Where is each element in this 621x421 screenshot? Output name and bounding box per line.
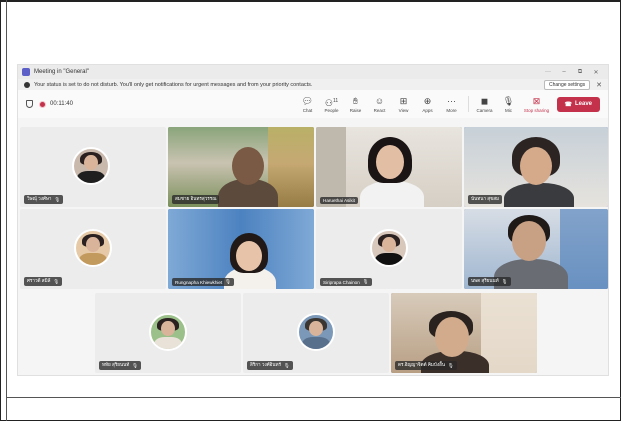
stop-sharing-button[interactable]: ⊠ Stop sharing — [522, 96, 552, 113]
mic-icon: 🎙︎ — [225, 279, 232, 284]
banner-close-icon[interactable]: ✕ — [596, 81, 602, 89]
participant-avatar — [72, 147, 110, 185]
shield-icon[interactable] — [26, 100, 33, 108]
view-button[interactable]: ⊞ View — [393, 96, 415, 113]
apps-icon: ⊕ — [423, 95, 432, 106]
react-icon: ☺ — [374, 95, 385, 106]
participant-nameplate: นพด สุริยนนท์ 🎙︎ — [468, 277, 511, 286]
participant-nameplate: ศราวดี สมิลี 🎙︎ — [24, 277, 63, 286]
participant-avatar — [370, 229, 408, 267]
hang-up-icon: ☎︎ — [564, 101, 572, 108]
window-more-icon[interactable]: ··· — [540, 69, 556, 75]
participant-avatar — [149, 313, 187, 351]
participant-tile[interactable]: สิริกา วงศ์อินทร์ 🎙︎ — [243, 293, 389, 373]
chat-icon: 💬︎ — [301, 95, 314, 106]
apps-button[interactable]: ⊕ Apps — [417, 96, 439, 113]
change-settings-button[interactable]: Change settings — [543, 79, 591, 90]
teams-logo-icon — [22, 68, 30, 76]
participant-tile[interactable]: ดร.อิญญาจิตต์ คิมบังอื้น 🎙︎ — [391, 293, 537, 373]
teams-meeting-window: Meeting in "General" ··· – ⧉ ✕ Your stat… — [17, 64, 609, 376]
dnd-banner: Your status is set to do not disturb. Yo… — [18, 79, 608, 90]
participant-tile[interactable]: หทัย สุริยนนท์ 🎙︎ — [95, 293, 241, 373]
mic-icon: 🎙︎ — [132, 362, 139, 368]
participant-nameplate: ดร.อิญญาจิตต์ คิมบังอื้น 🎙︎ — [395, 361, 457, 370]
participant-tile[interactable]: วิษณุ์ วงศ์ษา 🎙︎ — [20, 127, 166, 207]
frame-bottom-rule — [6, 397, 621, 398]
camera-button[interactable]: ◼ Camera — [474, 96, 496, 113]
participant-tile-active-speaker[interactable]: นันทนา สุขสม — [464, 127, 608, 207]
leave-button[interactable]: ☎︎ Leave — [556, 96, 600, 112]
participant-tile[interactable]: Rungnapha Khiewkhiet 🎙︎ — [168, 209, 314, 289]
stop-sharing-icon: ⊠ — [532, 95, 541, 106]
participant-tile[interactable]: สมชาย อินทรสุวรรณ — [168, 127, 314, 207]
participant-nameplate: นันทนา สุขสม — [468, 195, 503, 204]
mic-off-icon: 🎙︎ — [502, 95, 515, 106]
camera-off-icon: ◼ — [480, 95, 489, 106]
do-not-disturb-icon — [24, 81, 30, 88]
people-count: 11 — [332, 97, 339, 104]
raise-hand-icon: ✋︎ — [352, 95, 359, 106]
participant-avatar — [297, 313, 335, 351]
chat-button[interactable]: 💬︎ Chat — [297, 96, 319, 113]
participant-tile[interactable]: Siriprapa Chainon 🎙︎ — [316, 209, 462, 289]
participant-nameplate: หทัย สุริยนนท์ 🎙︎ — [99, 361, 142, 370]
participant-nameplate: สมชาย อินทรสุวรรณ — [172, 195, 220, 204]
mic-icon: 🎙︎ — [448, 362, 454, 368]
people-button[interactable]: ⚇11 People — [321, 96, 343, 113]
participant-nameplate: Siriprapa Chainon 🎙︎ — [320, 278, 372, 286]
window-restore-icon[interactable]: ⧉ — [572, 69, 588, 76]
more-button[interactable]: ··· More — [441, 96, 463, 113]
window-title: Meeting in "General" — [34, 69, 89, 75]
participant-nameplate: Rungnapha Khiewkhiet 🎙︎ — [172, 278, 235, 286]
people-icon: ⚇11 — [324, 97, 339, 108]
view-icon: ⊞ — [399, 95, 408, 106]
participant-nameplate: สิริกา วงศ์อินทร์ 🎙︎ — [247, 361, 293, 370]
frame-divider — [6, 0, 7, 421]
dnd-message: Your status is set to do not disturb. Yo… — [34, 81, 313, 88]
raise-hand-button[interactable]: ✋︎ Raise — [345, 96, 367, 113]
participant-tile[interactable]: Haruethai Asikit — [316, 127, 462, 207]
mic-icon: 🎙︎ — [362, 279, 369, 284]
mic-icon: 🎙︎ — [501, 278, 508, 284]
mic-icon: 🎙︎ — [54, 196, 61, 202]
recording-icon — [39, 100, 46, 108]
window-titlebar: Meeting in "General" ··· – ⧉ ✕ — [18, 65, 608, 79]
participant-nameplate: วิษณุ์ วงศ์ษา 🎙︎ — [24, 195, 64, 204]
participant-tile[interactable]: นพด สุริยนนท์ 🎙︎ — [464, 209, 608, 289]
toolbar-divider — [467, 96, 469, 112]
participant-tile[interactable]: ศราวดี สมิลี 🎙︎ — [20, 209, 166, 289]
participant-nameplate: Haruethai Asikit — [320, 197, 358, 204]
meeting-timer: 00:11:40 — [50, 101, 73, 107]
more-icon: ··· — [447, 95, 456, 106]
react-button[interactable]: ☺ React — [369, 96, 391, 113]
mic-icon: 🎙︎ — [284, 362, 290, 368]
mic-button[interactable]: 🎙︎ Mic — [498, 96, 520, 113]
window-minimize-icon[interactable]: – — [556, 69, 572, 75]
participant-avatar — [74, 229, 112, 267]
meeting-toolbar: 00:11:40 💬︎ Chat ⚇11 People ✋︎ Raise ☺ R… — [18, 90, 608, 118]
mic-icon: 🎙︎ — [53, 278, 60, 284]
window-close-icon[interactable]: ✕ — [588, 69, 604, 76]
